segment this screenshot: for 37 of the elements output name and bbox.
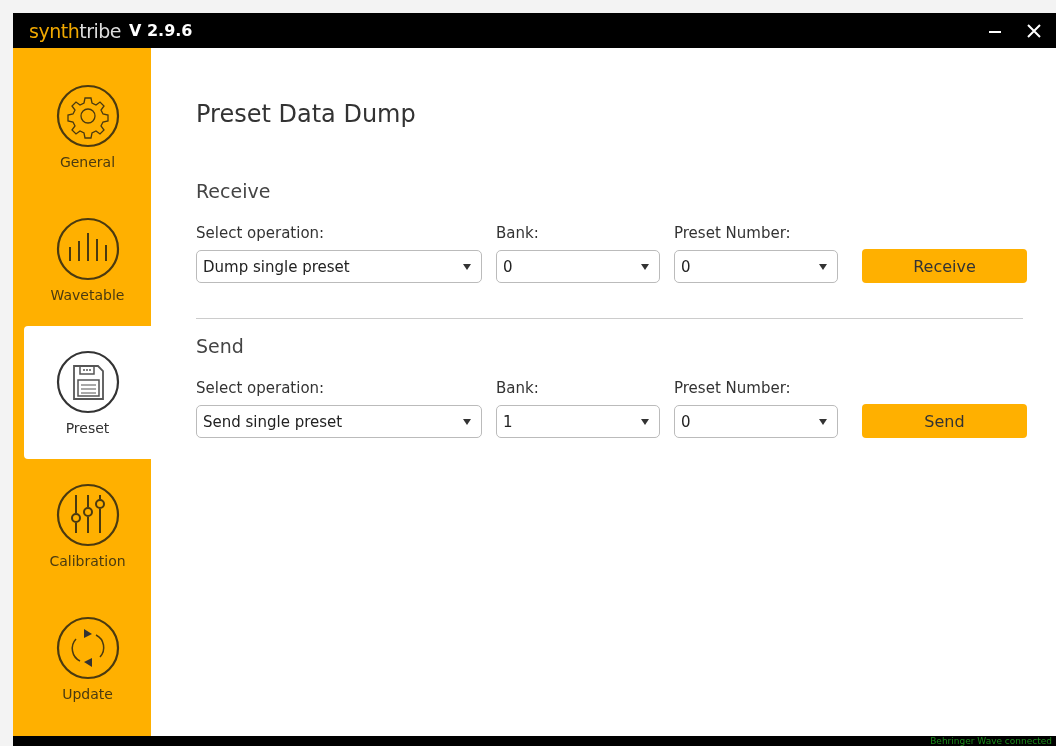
caret-icon: [463, 263, 471, 270]
close-icon[interactable]: [1026, 22, 1042, 39]
status-text: Behringer Wave connected: [930, 736, 1052, 746]
section-title: Receive: [196, 180, 272, 202]
field-label: Bank:: [496, 224, 540, 242]
version-label: V 2.9.6: [129, 21, 193, 40]
dropdown[interactable]: 0: [674, 405, 838, 438]
sidebar-item[interactable]: Calibration: [24, 459, 151, 592]
field-label: Preset Number:: [674, 224, 792, 242]
dropdown[interactable]: Dump single preset: [196, 250, 482, 283]
caret-icon: [641, 418, 649, 425]
bar-graph-icon: [55, 216, 120, 281]
action-button[interactable]: Send: [862, 404, 1027, 438]
caret-icon: [463, 418, 471, 425]
dropdown[interactable]: 0: [496, 250, 660, 283]
refresh-icon: [55, 615, 120, 680]
sidebar-item[interactable]: Update: [24, 592, 151, 725]
field-label: Select operation:: [196, 224, 326, 242]
section-title: Send: [196, 335, 245, 357]
gear-icon: [55, 83, 120, 148]
floppy-disk-icon: [55, 349, 120, 414]
caret-icon: [819, 418, 827, 425]
sliders-icon: [55, 482, 120, 547]
sidebar-item[interactable]: Wavetable: [24, 193, 151, 326]
dropdown[interactable]: Send single preset: [196, 405, 482, 438]
dropdown[interactable]: 1: [496, 405, 660, 438]
field-label: Preset Number:: [674, 379, 792, 397]
page-title: Preset Data Dump: [196, 100, 417, 128]
app-logo: synthtribe: [29, 19, 121, 42]
sidebar-item[interactable]: Preset: [24, 326, 151, 459]
caret-icon: [641, 263, 649, 270]
action-button[interactable]: Receive: [862, 249, 1027, 283]
sidebar-item[interactable]: General: [24, 60, 151, 193]
field-label: Select operation:: [196, 379, 326, 397]
dropdown[interactable]: 0: [674, 250, 838, 283]
field-label: Bank:: [496, 379, 540, 397]
caret-icon: [819, 263, 827, 270]
